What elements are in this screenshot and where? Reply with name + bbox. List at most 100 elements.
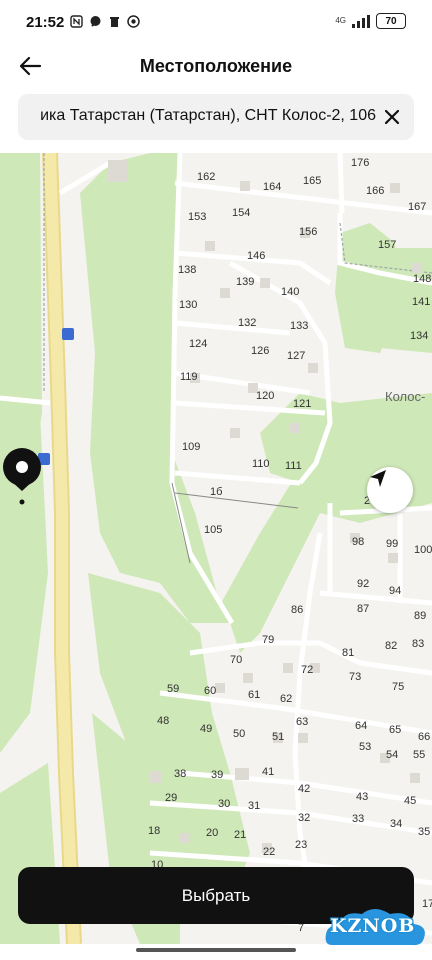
lot-number-label: 79 [262, 634, 275, 646]
lot-number-label: 55 [413, 749, 426, 761]
message-icon [90, 16, 101, 27]
lot-number-label: 43 [356, 791, 369, 803]
chrome-icon [127, 15, 140, 28]
trash-icon [110, 17, 119, 27]
lot-number-label: 148 [413, 273, 432, 285]
page-title: Местоположение [139, 56, 293, 76]
lot-number-label: 156 [299, 226, 318, 238]
lot-number-label: 98 [352, 536, 365, 548]
close-icon [384, 109, 400, 125]
lot-number-label: 22 [263, 846, 276, 858]
map-canvas [0, 153, 432, 944]
lot-number-label: 62 [280, 693, 293, 705]
watermark-text: KZNOB [330, 915, 416, 937]
lot-number-label: 99 [386, 538, 399, 550]
status-right: 4G 70 [335, 13, 406, 29]
lot-number-label: 121 [293, 398, 312, 410]
lot-number-label: 45 [404, 795, 417, 807]
lot-number-label: 146 [247, 250, 266, 262]
lot-number-label: 141 [412, 296, 431, 308]
lot-number-label: 162 [197, 171, 216, 183]
lot-number-label: 87 [357, 603, 370, 615]
watermark-logo: KZNOB [322, 900, 430, 952]
lot-number-label: 60 [204, 685, 217, 697]
lot-number-label: 89 [414, 610, 427, 622]
lot-number-label: 21 [234, 829, 247, 841]
lot-number-label: 64 [355, 720, 368, 732]
lot-number-label: 70 [230, 654, 243, 666]
lot-number-label: 124 [189, 338, 208, 350]
lot-number-label: 138 [178, 264, 197, 276]
notification-icons [70, 15, 140, 28]
lot-number-label: 120 [256, 390, 275, 402]
lot-number-label: 139 [236, 276, 255, 288]
lot-number-label: 50 [233, 728, 246, 740]
lot-number-label: 100 [414, 544, 432, 556]
header: Местоположение [0, 40, 432, 94]
lot-number-label: 51 [272, 731, 285, 743]
lot-number-label: 59 [167, 683, 180, 695]
navigation-arrow-icon [370, 470, 386, 487]
address-value: ика Татарстан (Татарстан), СНТ Колос-2, … [40, 107, 376, 124]
lot-number-label: 42 [298, 783, 311, 795]
lot-number-label: 38 [174, 768, 187, 780]
lot-number-label: 157 [378, 239, 397, 251]
battery-level: 70 [385, 15, 397, 27]
lot-number-label: 1б [210, 486, 223, 498]
network-label: 4G [335, 16, 346, 25]
lot-number-label: 72 [301, 664, 314, 676]
lot-number-label: 35 [418, 826, 431, 838]
lot-number-label: 165 [303, 175, 322, 187]
lot-number-label: 75 [392, 681, 405, 693]
lot-number-label: 119 [180, 371, 198, 383]
location-pin-icon[interactable] [0, 447, 44, 507]
lot-number-label: 41 [262, 766, 275, 778]
lot-number-label: 61 [248, 689, 261, 701]
lot-number-label: 109 [182, 441, 201, 453]
map-view[interactable]: 176 162 164 165 166 167 153 154 156 157 146 148 138 1… [0, 153, 432, 944]
lot-number-label: 176 [351, 157, 370, 169]
lot-number-label: 65 [389, 724, 402, 736]
lot-number-label: 18 [148, 825, 161, 837]
lot-number-label: 154 [232, 207, 251, 219]
my-location-button[interactable] [367, 467, 413, 513]
lot-number-label: 49 [200, 723, 213, 735]
lot-number-label: 20 [206, 827, 219, 839]
lot-number-label: 126 [251, 345, 270, 357]
clear-button[interactable] [380, 105, 404, 129]
battery-icon: 70 [376, 13, 406, 29]
lot-number-label: 33 [352, 813, 365, 825]
lot-number-label: 39 [211, 769, 224, 781]
lot-number-label: 54 [386, 749, 399, 761]
lot-number-label: 164 [263, 181, 282, 193]
lot-number-label: 83 [412, 638, 425, 650]
lot-number-label: 31 [248, 800, 261, 812]
lot-number-label: 166 [366, 185, 385, 197]
lot-number-label: 86 [291, 604, 304, 616]
lot-number-label: 23 [295, 839, 308, 851]
lot-number-label: 133 [290, 320, 309, 332]
lot-number-label: 53 [359, 741, 372, 753]
lot-number-label: 34 [390, 818, 403, 830]
lot-number-label: 66 [418, 731, 431, 743]
lot-number-label: 81 [342, 647, 355, 659]
lot-number-label: 32 [298, 812, 311, 824]
lot-number-label: 30 [218, 798, 231, 810]
lot-number-label: 140 [281, 286, 300, 298]
lot-number-label: 167 [408, 201, 427, 213]
address-field[interactable]: ика Татарстан (Татарстан), СНТ Колос-2, … [18, 94, 414, 140]
lot-number-label: 82 [385, 640, 398, 652]
lot-number-label: 94 [389, 585, 402, 597]
lot-number-label: 48 [157, 715, 170, 727]
network-indicator: 4G [335, 17, 346, 25]
status-time: 21:52 [26, 14, 65, 31]
lot-number-label: 130 [179, 299, 198, 311]
lot-number-label: 111 [285, 460, 302, 472]
lot-number-label: 110 [252, 458, 270, 470]
lot-number-label: 105 [204, 524, 223, 536]
lot-number-label: 92 [357, 578, 370, 590]
home-indicator[interactable] [136, 948, 296, 952]
nfc-icon [70, 15, 83, 28]
place-label: Колос- [385, 389, 426, 404]
status-bar: 21:52 4G 70 [0, 0, 432, 40]
